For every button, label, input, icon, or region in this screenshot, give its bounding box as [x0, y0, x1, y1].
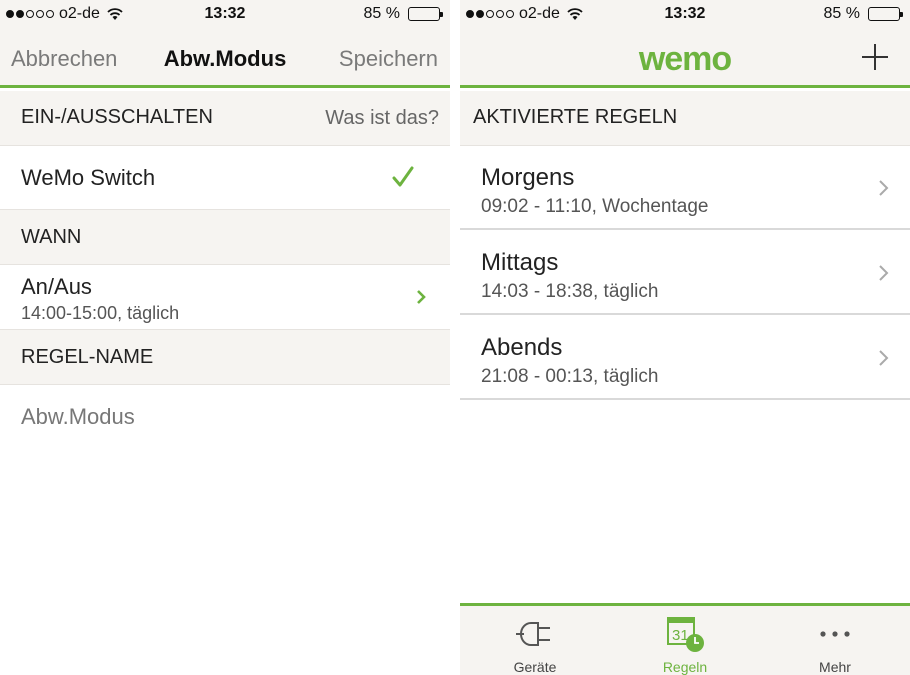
section-header-when: WANN — [0, 210, 450, 265]
rule-detail: 14:03 - 18:38, täglich — [481, 281, 659, 302]
calendar-clock-icon: 31 — [667, 617, 704, 652]
battery-percent: 85 % — [363, 5, 400, 22]
more-dots-icon — [820, 631, 850, 637]
rule-row[interactable]: Morgens 09:02 - 11:10, Wochentage — [460, 146, 910, 230]
rules-screen: o2-de 13:32 85 % wemo AKTIVIERTE REGELN … — [460, 0, 910, 675]
checkmark-icon — [392, 166, 414, 187]
tab-label: Geräte — [513, 659, 557, 675]
rule-title: Mittags — [481, 249, 559, 276]
help-link[interactable]: Was ist das? — [325, 107, 439, 130]
section-header-rule-name: REGEL-NAME — [0, 330, 450, 385]
section-header-active-rules: AKTIVIERTE REGELN — [460, 91, 910, 146]
status-bar: o2-de 13:32 85 % — [460, 0, 910, 30]
tab-label: Mehr — [819, 659, 851, 675]
rule-editor-screen: o2-de 13:32 85 % Abbrechen Abw.Modus Spe… — [0, 0, 450, 675]
chevron-right-icon — [879, 180, 889, 196]
rule-title: Morgens — [481, 164, 575, 191]
section-label: WANN — [21, 226, 82, 248]
tab-more[interactable]: Mehr — [760, 606, 910, 675]
schedule-detail: 14:00-15:00, täglich — [21, 303, 180, 323]
plus-icon[interactable] — [860, 42, 890, 72]
nav-bar: Abbrechen Abw.Modus Speichern — [0, 30, 450, 88]
tab-label: Regeln — [662, 659, 708, 675]
device-name: WeMo Switch — [21, 165, 156, 190]
rule-detail: 09:02 - 11:10, Wochentage — [481, 196, 709, 217]
chevron-right-icon — [879, 350, 889, 366]
rule-row[interactable]: Abends 21:08 - 00:13, täglich — [460, 316, 910, 400]
section-label: AKTIVIERTE REGELN — [473, 106, 678, 128]
tab-bar: Geräte 31 Regeln Mehr — [460, 603, 910, 675]
rule-title: Abends — [481, 334, 563, 361]
schedule-row[interactable]: An/Aus 14:00-15:00, täglich — [0, 265, 450, 330]
battery-percent: 85 % — [823, 5, 860, 22]
plug-icon — [516, 622, 550, 646]
section-label: EIN-/AUSSCHALTEN — [21, 106, 213, 128]
save-button[interactable]: Speichern — [339, 46, 438, 72]
device-row[interactable]: WeMo Switch — [0, 146, 450, 210]
chevron-right-icon — [417, 290, 426, 304]
battery-icon — [868, 7, 903, 21]
rule-detail: 21:08 - 00:13, täglich — [481, 366, 659, 387]
battery-status: 85 % — [363, 5, 443, 23]
chevron-right-icon — [879, 265, 889, 281]
cancel-button[interactable]: Abbrechen — [11, 46, 117, 72]
status-bar: o2-de 13:32 85 % — [0, 0, 450, 30]
battery-status: 85 % — [823, 5, 903, 23]
screen-divider — [450, 0, 460, 675]
rule-row[interactable]: Mittags 14:03 - 18:38, täglich — [460, 231, 910, 315]
battery-icon — [408, 7, 443, 21]
header-bar: wemo — [460, 30, 910, 88]
section-label: REGEL-NAME — [21, 346, 154, 368]
wemo-logo: wemo — [638, 40, 732, 78]
tab-rules[interactable]: 31 Regeln — [610, 606, 760, 675]
tab-devices[interactable]: Geräte — [460, 606, 610, 675]
section-header-onoff: EIN-/AUSSCHALTEN Was ist das? — [0, 91, 450, 146]
rule-name-input[interactable]: Abw.Modus — [21, 404, 135, 430]
schedule-title: An/Aus — [21, 274, 92, 299]
